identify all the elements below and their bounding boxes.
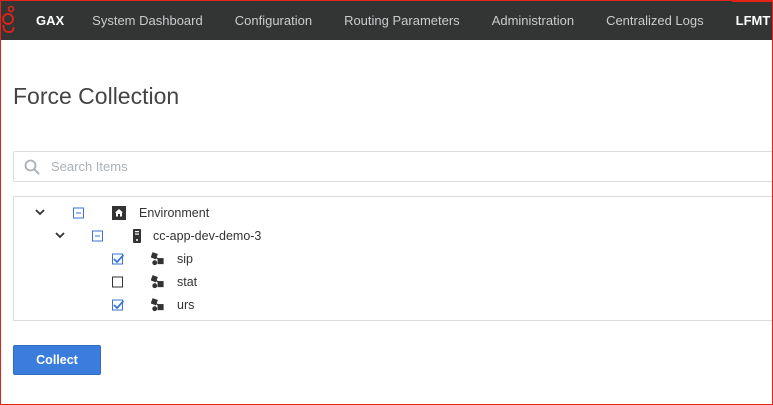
tree-checkbox-environment[interactable]	[73, 207, 84, 218]
nav-item-routing-parameters[interactable]: Routing Parameters	[328, 0, 476, 40]
tree-label: cc-app-dev-demo-3	[153, 228, 262, 243]
tree-label: sip	[177, 251, 193, 266]
chevron-down-icon[interactable]	[34, 207, 46, 219]
chevron-down-icon[interactable]	[54, 230, 66, 242]
tree-node-stat[interactable]: stat	[14, 270, 773, 293]
genesys-logo-icon[interactable]	[0, 0, 18, 40]
nav-item-centralized-logs[interactable]: Centralized Logs	[590, 0, 720, 40]
application-icon	[151, 274, 165, 289]
tree-node-sip[interactable]: sip	[14, 247, 773, 270]
tree-checkbox-stat[interactable]	[112, 276, 123, 287]
nav-item-configuration[interactable]: Configuration	[219, 0, 328, 40]
nav-brand-gax[interactable]: GAX	[18, 0, 76, 40]
server-icon	[130, 228, 144, 243]
nav-item-lfmt[interactable]: LFMT	[720, 0, 773, 40]
tree-node-urs[interactable]: urs	[14, 293, 773, 316]
tree-node-environment[interactable]: Environment	[14, 201, 773, 224]
collect-button[interactable]: Collect	[13, 345, 101, 375]
tree-checkbox-urs[interactable]	[112, 299, 125, 310]
page-title: Force Collection	[13, 83, 180, 109]
tree-label: Environment	[139, 205, 210, 220]
search-input[interactable]	[49, 158, 773, 175]
search-box[interactable]	[13, 151, 773, 182]
search-icon	[23, 158, 41, 176]
tree-checkbox-host[interactable]	[92, 230, 103, 241]
tree-node-host[interactable]: cc-app-dev-demo-3	[14, 224, 773, 247]
application-icon	[151, 251, 165, 266]
home-icon	[112, 205, 126, 220]
top-navbar: GAX System Dashboard Configuration Routi…	[0, 0, 773, 40]
nav-item-administration[interactable]: Administration	[476, 0, 590, 40]
application-icon	[151, 297, 165, 312]
tree-checkbox-sip[interactable]	[112, 253, 125, 264]
tree-panel: Environment cc-app-dev-demo-3 sip stat u…	[13, 196, 773, 321]
tree-label: stat	[177, 274, 198, 289]
nav-item-system-dashboard[interactable]: System Dashboard	[76, 0, 219, 40]
tree-label: urs	[177, 297, 195, 312]
